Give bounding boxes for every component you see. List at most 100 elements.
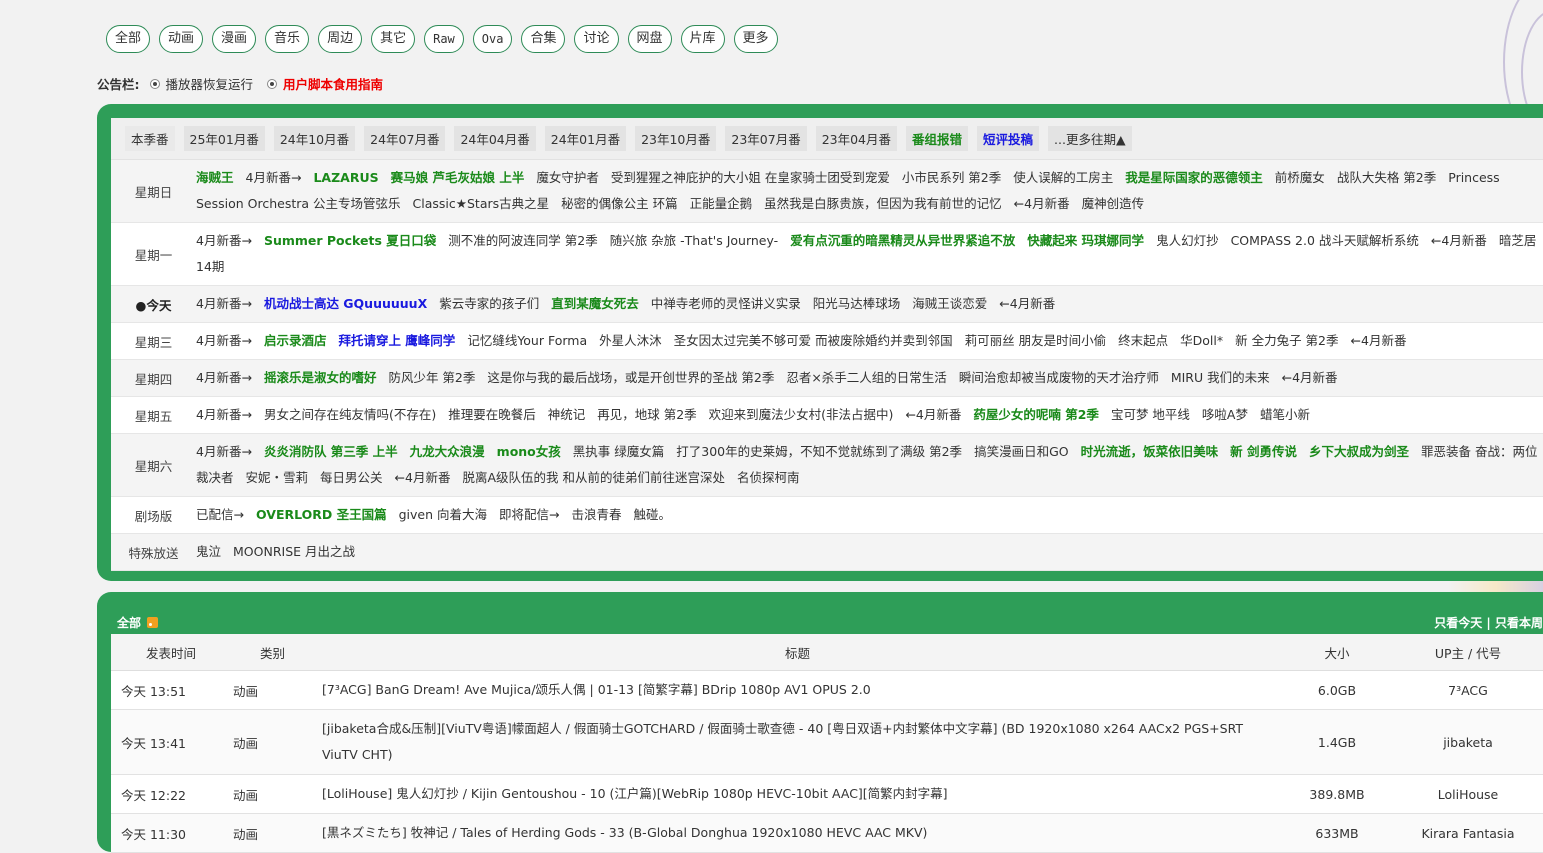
category-pill[interactable]: 漫画 (212, 25, 257, 53)
show-link[interactable]: 启示录酒店 (264, 333, 327, 348)
show-link[interactable]: 这是你与我的最后战场，或是开创世界的圣战 第2季 (487, 370, 774, 385)
show-link[interactable]: 脱离A级队伍的我 和从前的徒弟们前往迷宫深处 (462, 470, 725, 485)
show-link[interactable]: 搞笑漫画日和GO (974, 444, 1069, 459)
season-tab[interactable]: 24年07月番 (364, 126, 446, 151)
show-link[interactable]: ←4月新番 (999, 296, 1055, 311)
show-link[interactable]: 击浪青春 (572, 507, 622, 522)
show-link[interactable]: 鬼人幻灯抄 (1156, 233, 1219, 248)
show-link[interactable]: 安妮・雪莉 (246, 470, 309, 485)
cell-up[interactable]: Kirara Fantasia (1393, 813, 1543, 853)
radio-icon[interactable] (267, 78, 278, 89)
show-link[interactable]: 鬼泣 (196, 544, 221, 559)
category-pill[interactable]: 周边 (318, 25, 363, 53)
show-link[interactable]: 赛马娘 芦毛灰姑娘 上半 (391, 170, 525, 185)
show-link[interactable]: 4月新番→ (196, 370, 252, 385)
category-pill[interactable]: Raw (424, 25, 464, 53)
show-link[interactable]: 随兴旅 杂旅 -That's Journey- (610, 233, 778, 248)
show-link[interactable]: 打了300年的史莱姆，不知不觉就练到了满级 第2季 (676, 444, 962, 459)
category-pill[interactable]: 合集 (521, 25, 566, 53)
show-link[interactable]: 测不准的阿波连同学 第2季 (448, 233, 597, 248)
show-link[interactable]: 哆啦A梦 (1202, 407, 1248, 422)
category-pill[interactable]: 网盘 (627, 25, 672, 53)
cell-up[interactable]: 7³ACG (1393, 670, 1543, 710)
show-link[interactable]: 记忆缝线Your Forma (467, 333, 587, 348)
show-link[interactable]: 华Doll* (1180, 333, 1223, 348)
category-pill[interactable]: 讨论 (574, 25, 619, 53)
show-link[interactable]: 摇滚乐是淑女的嗜好 (264, 370, 377, 385)
show-link[interactable]: Summer Pockets 夏日口袋 (264, 233, 436, 248)
show-link[interactable]: 使人误解的工房主 (1013, 170, 1113, 185)
show-link[interactable]: 时光流逝，饭菜依旧美味 (1081, 444, 1219, 459)
announcement-text[interactable]: 播放器恢复运行 (166, 74, 254, 93)
show-link[interactable]: 乡下大叔成为剑圣 (1309, 444, 1409, 459)
show-link[interactable]: 蜡笔小新 (1260, 407, 1310, 422)
category-pill[interactable]: 片库 (680, 25, 725, 53)
cell-title[interactable]: [jibaketa合成&压制][ViuTV粤语]幪面超人 / 假面骑士GOTCH… (314, 709, 1281, 775)
show-link[interactable]: 药屋少女的呢喃 第2季 (973, 407, 1099, 422)
show-link[interactable]: 魔女守护者 (536, 170, 599, 185)
show-link[interactable]: 忍者×杀手二人组的日常生活 (786, 370, 946, 385)
show-link[interactable]: 4月新番→ (196, 333, 252, 348)
category-pill[interactable]: 音乐 (265, 25, 310, 53)
show-link[interactable]: 受到猩猩之神庇护的大小姐 在皇家骑士团受到宠爱 (611, 170, 890, 185)
show-link[interactable]: Classic★Stars古典之星 (413, 196, 550, 211)
show-link[interactable]: 炎炎消防队 第三季 上半 (264, 444, 398, 459)
show-link[interactable]: 欢迎来到魔法少女村(非法占据中) (709, 407, 894, 422)
announcement-item[interactable]: 播放器恢复运行 (149, 74, 254, 93)
filter-links[interactable]: 只看今天 | 只看本周 (1434, 614, 1543, 634)
cell-title[interactable]: [7³ACG] BanG Dream! Ave Mujica/颂乐人偶 | 01… (314, 670, 1281, 710)
show-link[interactable]: 已配信→ (196, 507, 244, 522)
show-link[interactable]: 阳光马达棒球场 (813, 296, 901, 311)
show-link[interactable]: 再见，地球 第2季 (597, 407, 696, 422)
season-tab[interactable]: ...更多往期▲ (1048, 126, 1132, 151)
announcement-item[interactable]: 用户脚本食用指南 (267, 74, 383, 93)
show-link[interactable]: 4月新番→ (196, 233, 252, 248)
show-link[interactable]: 触碰。 (634, 507, 672, 522)
rss-icon[interactable] (147, 617, 159, 628)
category-pill[interactable]: 动画 (159, 25, 204, 53)
show-link[interactable]: 拜托请穿上 鹰峰同学 (338, 333, 455, 348)
show-link[interactable]: 莉可丽丝 朋友是时间小偷 (965, 333, 1106, 348)
show-link[interactable]: 前桥魔女 (1275, 170, 1325, 185)
show-link[interactable]: 紫云寺家的孩子们 (439, 296, 539, 311)
show-link[interactable]: 九龙大众浪漫 (410, 444, 485, 459)
cell-title[interactable]: [LoliHouse] 鬼人幻灯抄 / Kijin Gentoushou - 1… (314, 774, 1281, 814)
show-link[interactable]: 4月新番→ (196, 296, 252, 311)
show-link[interactable]: mono女孩 (497, 444, 561, 459)
show-link[interactable]: 我是星际国家的恶德领主 (1125, 170, 1263, 185)
show-link[interactable]: 快藏起来 玛琪娜同学 (1027, 233, 1144, 248)
cell-up[interactable]: jibaketa (1393, 709, 1543, 775)
season-tab[interactable]: 23年04月番 (815, 126, 898, 151)
season-tab[interactable]: 本季番 (125, 126, 175, 151)
show-link[interactable]: ←4月新番 (395, 470, 451, 485)
show-link[interactable]: 宝可梦 地平线 (1111, 407, 1190, 422)
show-link[interactable]: 4月新番→ (196, 407, 252, 422)
show-link[interactable]: 海贼王谈恋爱 (912, 296, 987, 311)
category-pill[interactable]: 更多 (733, 25, 778, 53)
show-link[interactable]: 魔神创造传 (1082, 196, 1145, 211)
show-link[interactable]: 机动战士高达 GQuuuuuuX (264, 296, 427, 311)
season-tab[interactable]: 短评投稿 (977, 126, 1040, 151)
show-link[interactable]: OVERLORD 圣王国篇 (256, 507, 387, 522)
show-link[interactable]: 防风少年 第2季 (388, 370, 475, 385)
show-link[interactable]: 虽然我是白豚贵族，但因为我有前世的记忆 (764, 196, 1002, 211)
season-tab[interactable]: 23年07月番 (725, 126, 807, 151)
show-link[interactable]: 新 剑勇传说 (1230, 444, 1297, 459)
show-link[interactable]: 终末起点 (1118, 333, 1168, 348)
show-link[interactable]: 圣女因太过完美不够可爱 而被废除婚约并卖到邻国 (674, 333, 953, 348)
show-link[interactable]: ←4月新番 (1282, 370, 1338, 385)
season-tab[interactable]: 24年01月番 (544, 126, 627, 151)
cell-up[interactable]: LoliHouse (1393, 774, 1543, 814)
season-tab[interactable]: 25年01月番 (183, 126, 265, 151)
show-link[interactable]: ←4月新番 (1014, 196, 1070, 211)
show-link[interactable]: 战队大失格 第2季 (1337, 170, 1436, 185)
cell-title[interactable]: [黒ネズミたち] 牧神记 / Tales of Herding Gods - 3… (314, 813, 1281, 853)
show-link[interactable]: LAZARUS (313, 170, 378, 185)
show-link[interactable]: 爱有点沉重的暗黑精灵从异世界紧追不放 (790, 233, 1015, 248)
show-link[interactable]: ←4月新番 (905, 407, 961, 422)
show-link[interactable]: 新 全力兔子 第2季 (1235, 333, 1338, 348)
table-row[interactable]: 今天 13:51 动画 [7³ACG] BanG Dream! Ave Mujica… (111, 670, 1543, 710)
show-link[interactable]: 小市民系列 第2季 (902, 170, 1001, 185)
table-row[interactable]: 今天 11:30 动画 [黒ネズミたち] 牧神记 / Tales of Herdin… (111, 813, 1543, 853)
radio-icon[interactable] (149, 78, 160, 89)
